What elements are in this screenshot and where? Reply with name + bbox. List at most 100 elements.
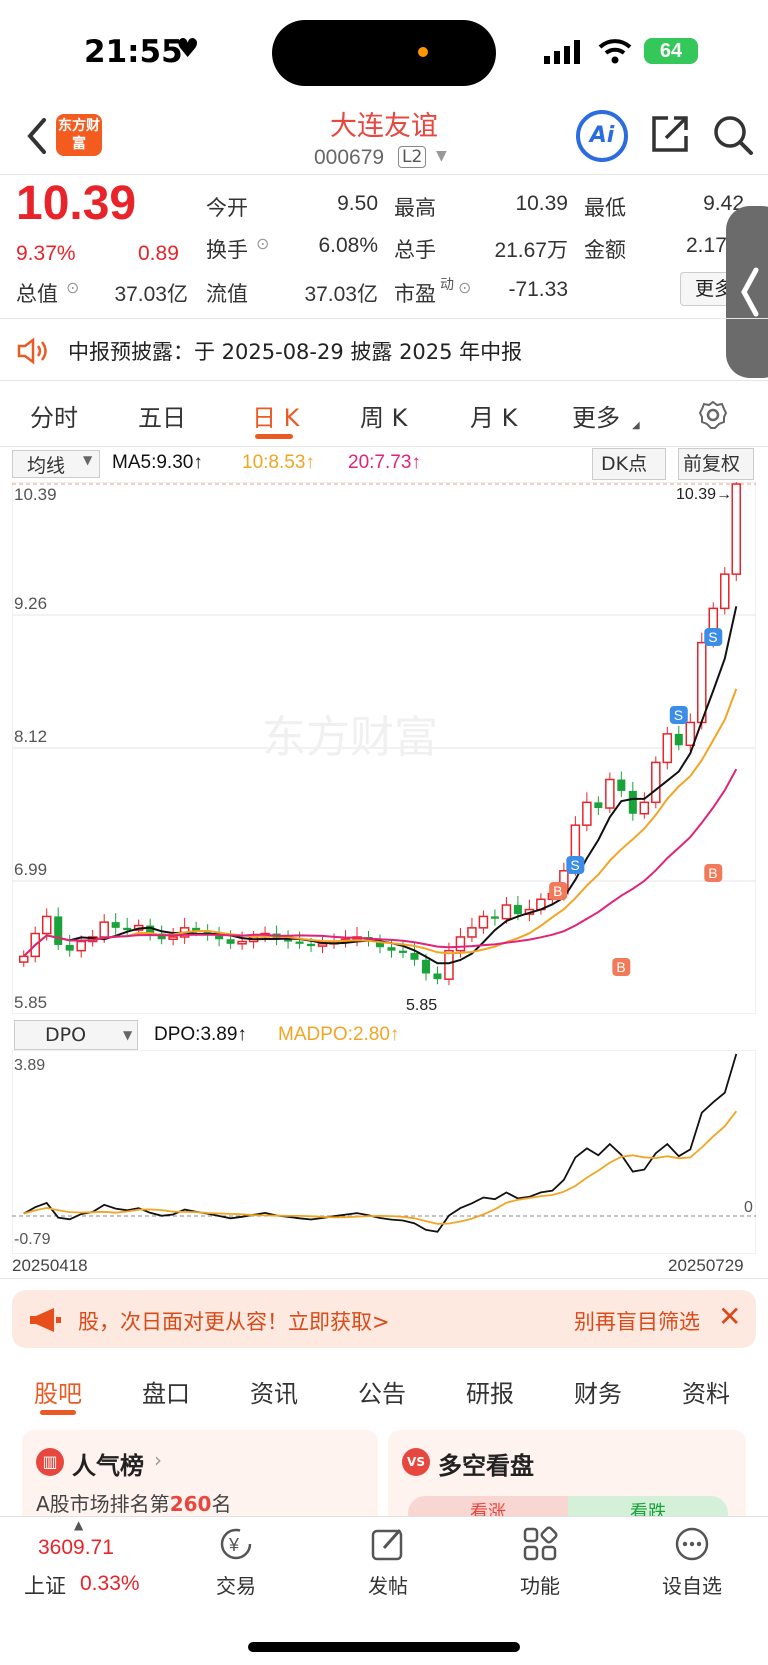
candle [307,943,316,947]
gear-icon[interactable] [698,400,728,430]
home-indicator [248,1642,520,1652]
signal-marker-glyph: S [708,629,717,645]
tab-guba[interactable]: 股吧 [34,1374,82,1409]
signal-marker-glyph: S [674,707,683,723]
tab-intraday[interactable]: 分时 [30,398,78,433]
stock-code: 000679 [314,146,385,169]
ai-button[interactable]: Ai [576,110,628,162]
tab-daily-k[interactable]: 日 K [252,398,299,433]
dynamic-island [272,20,496,86]
tab-finance[interactable]: 财务 [574,1374,622,1409]
signal-marker-glyph: S [570,857,579,873]
pe-dynamic-tag: 动 [440,277,454,293]
candle [123,927,132,931]
info-icon[interactable]: ⊙ [256,234,269,253]
nav-trade[interactable]: 交易 [186,1570,286,1599]
popularity-card[interactable]: ▥ 人气榜 › A股市场排名第260名 [22,1430,378,1530]
total-mv-value: 37.03亿 [114,283,188,306]
adjust-label: 前复权 [683,453,741,475]
wifi-icon [598,39,632,64]
candle [651,761,661,804]
candlestick-chart[interactable]: 东方财富 BSSSBB 10.39 9.26 8.12 6.99 5.85 10… [12,482,756,1014]
tab-monthly-k[interactable]: 月 K [470,398,517,433]
post-icon[interactable] [370,1526,406,1562]
y-tick-label: 6.99 [14,860,47,879]
chevron-down-icon[interactable]: ▼ [436,148,447,164]
tab-news[interactable]: 资讯 [250,1374,298,1409]
info-icon[interactable]: ⊙ [458,278,471,297]
sub-indicator-select[interactable]: DPO ▼ [14,1020,138,1050]
candle [398,950,408,953]
info-icon[interactable]: ⊙ [66,278,79,297]
level2-badge: L2 [398,146,427,168]
search-icon[interactable] [712,114,754,156]
candle [455,936,466,952]
index-name[interactable]: 上证 [24,1570,66,1600]
nav-add-watchlist[interactable]: 设自选 [642,1570,742,1599]
candle [237,940,247,945]
caret-up-icon: ▲ [74,1518,84,1532]
functions-icon[interactable] [522,1526,558,1562]
candle [697,641,707,724]
dpo-line [23,1053,738,1233]
candle [617,779,626,791]
candle [54,916,63,945]
candle [76,940,86,952]
change-percent: 9.37% [16,242,76,265]
dk-point-button[interactable]: DK点 [592,448,666,480]
candle [685,721,696,747]
popularity-rank-suffix: 名 [211,1492,232,1516]
dpo-chart[interactable]: 3.89 0 -0.79 [12,1050,756,1254]
chart-frame [12,1050,756,1254]
chevron-down-icon: ▼ [123,1028,133,1042]
max-price-label: 10.39→ [676,486,732,503]
indicator-select[interactable]: 均线 ▼ [12,450,100,478]
popularity-title: 人气榜 [72,1452,144,1480]
report-notice[interactable]: 中报预披露：于 2025-08-29 披露 2025 年中报 [68,336,522,366]
candle [111,922,120,928]
index-value[interactable]: 3609.71 [38,1536,114,1560]
nav-functions[interactable]: 功能 [490,1570,590,1599]
bull-bear-card[interactable]: VS 多空看盘 看涨 看跌 [388,1430,746,1530]
tab-research[interactable]: 研报 [466,1374,514,1409]
candle [731,483,742,575]
popularity-rank-prefix: A股市场排名第 [36,1492,170,1516]
candle [674,733,683,746]
y-tick-label: 0 [744,1199,753,1216]
side-drawer-handle[interactable] [726,206,768,378]
popularity-rank-number: 260 [169,1492,212,1516]
volume-value: 21.67万 [494,239,568,262]
candle [662,733,673,764]
pe-value: -71.33 [508,278,568,301]
adjust-button[interactable]: 前复权 [678,448,754,480]
nav-post[interactable]: 发帖 [338,1570,438,1599]
trade-icon[interactable]: ¥ [218,1526,254,1562]
tab-profile[interactable]: 资料 [682,1374,730,1409]
more-dots-icon[interactable] [674,1526,710,1562]
float-mv-value: 37.03亿 [304,283,378,306]
index-change[interactable]: 0.33% [80,1572,140,1596]
promo-banner[interactable]: 股，次日面对更从容！立即获取> 别再盲目筛选 ✕ [12,1290,756,1348]
madpo-label: MADPO:2.80↑ [278,1024,400,1045]
tab-pankou[interactable]: 盘口 [142,1374,190,1409]
close-icon[interactable]: ✕ [718,1300,741,1333]
candle [605,778,615,809]
tab-five-day[interactable]: 五日 [138,398,186,433]
chevron-left-icon [741,267,759,317]
date-end: 20250729 [668,1256,744,1275]
volume-label: 总手 [394,238,436,262]
change-amount: 0.89 [138,242,179,265]
share-icon[interactable] [650,114,690,154]
tab-weekly-k[interactable]: 周 K [360,398,407,433]
candle [317,943,328,947]
candle [490,916,499,919]
tab-announcements[interactable]: 公告 [358,1374,406,1409]
candle [226,939,235,944]
candle [410,952,419,960]
tab-active-indicator [255,434,293,439]
amount-label: 金额 [584,238,626,262]
candle [421,959,430,974]
chevron-down-icon: ▼ [83,453,93,467]
tab-more[interactable]: 更多 [572,398,620,433]
caret-icon: ◢ [632,420,640,431]
